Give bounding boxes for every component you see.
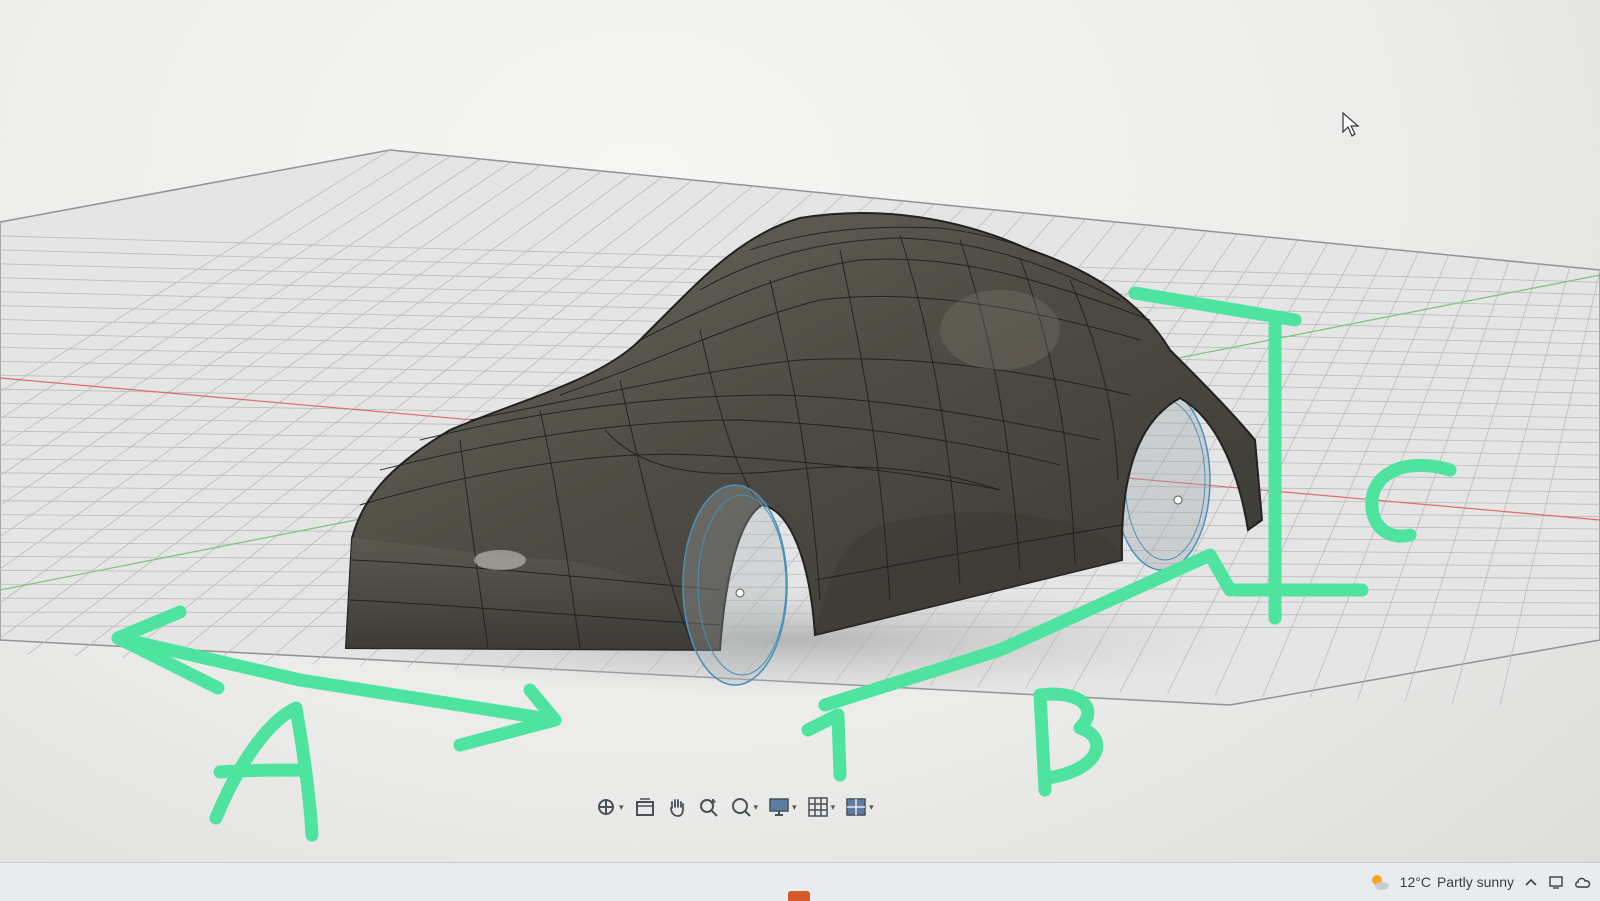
display-icon: [768, 796, 790, 818]
dimension-b-bracket: [801, 708, 847, 782]
front-wheel[interactable]: [682, 484, 788, 686]
hand-icon: [666, 796, 688, 818]
orbit-button[interactable]: ▾: [592, 794, 627, 820]
orbit-icon: [595, 796, 617, 818]
weather-widget[interactable]: 12°C Partly sunny: [1400, 874, 1514, 890]
chevron-down-icon[interactable]: ▾: [831, 802, 836, 812]
weather-condition: Partly sunny: [1436, 874, 1514, 890]
navigation-toolbar: ▾ ▾ ▾ ▾ ▾: [592, 790, 877, 824]
letter-b-glyph: [1033, 687, 1104, 797]
taskbar: 12°C Partly sunny: [0, 862, 1600, 901]
fit-button[interactable]: ▾: [727, 794, 762, 820]
dimension-a-label: A: [0, 0, 1, 1]
chevron-down-icon[interactable]: ▾: [792, 802, 797, 812]
pan-button[interactable]: [663, 794, 691, 820]
network-icon[interactable]: [1548, 874, 1564, 890]
dimension-b-label: B: [0, 0, 1, 1]
chevron-down-icon[interactable]: ▾: [869, 802, 874, 812]
3d-viewport[interactable]: A B C: [0, 0, 1600, 900]
display-settings-button[interactable]: ▾: [765, 794, 800, 820]
cloud-icon[interactable]: [1574, 875, 1592, 889]
grid-icon: [807, 796, 829, 818]
chevron-up-icon[interactable]: [1524, 875, 1538, 889]
zoom-icon: [698, 796, 720, 818]
viewports-button[interactable]: ▾: [842, 794, 877, 820]
zoom-button[interactable]: [695, 794, 723, 820]
chevron-down-icon[interactable]: ▾: [754, 802, 759, 812]
zoom-window-icon: [730, 796, 752, 818]
weather-temperature: 12°C: [1399, 874, 1431, 890]
letter-a-glyph: [209, 701, 319, 842]
mouse-pointer-icon: [1342, 111, 1360, 143]
look-at-icon: [634, 796, 656, 818]
system-tray: 12°C Partly sunny: [1368, 863, 1592, 901]
chevron-down-icon[interactable]: ▾: [619, 802, 624, 812]
partly-sunny-icon[interactable]: [1368, 871, 1390, 893]
dimension-c-label: C: [0, 0, 1, 1]
look-at-button[interactable]: [631, 794, 659, 820]
viewports-icon: [845, 796, 867, 818]
grid-settings-button[interactable]: ▾: [804, 794, 839, 820]
